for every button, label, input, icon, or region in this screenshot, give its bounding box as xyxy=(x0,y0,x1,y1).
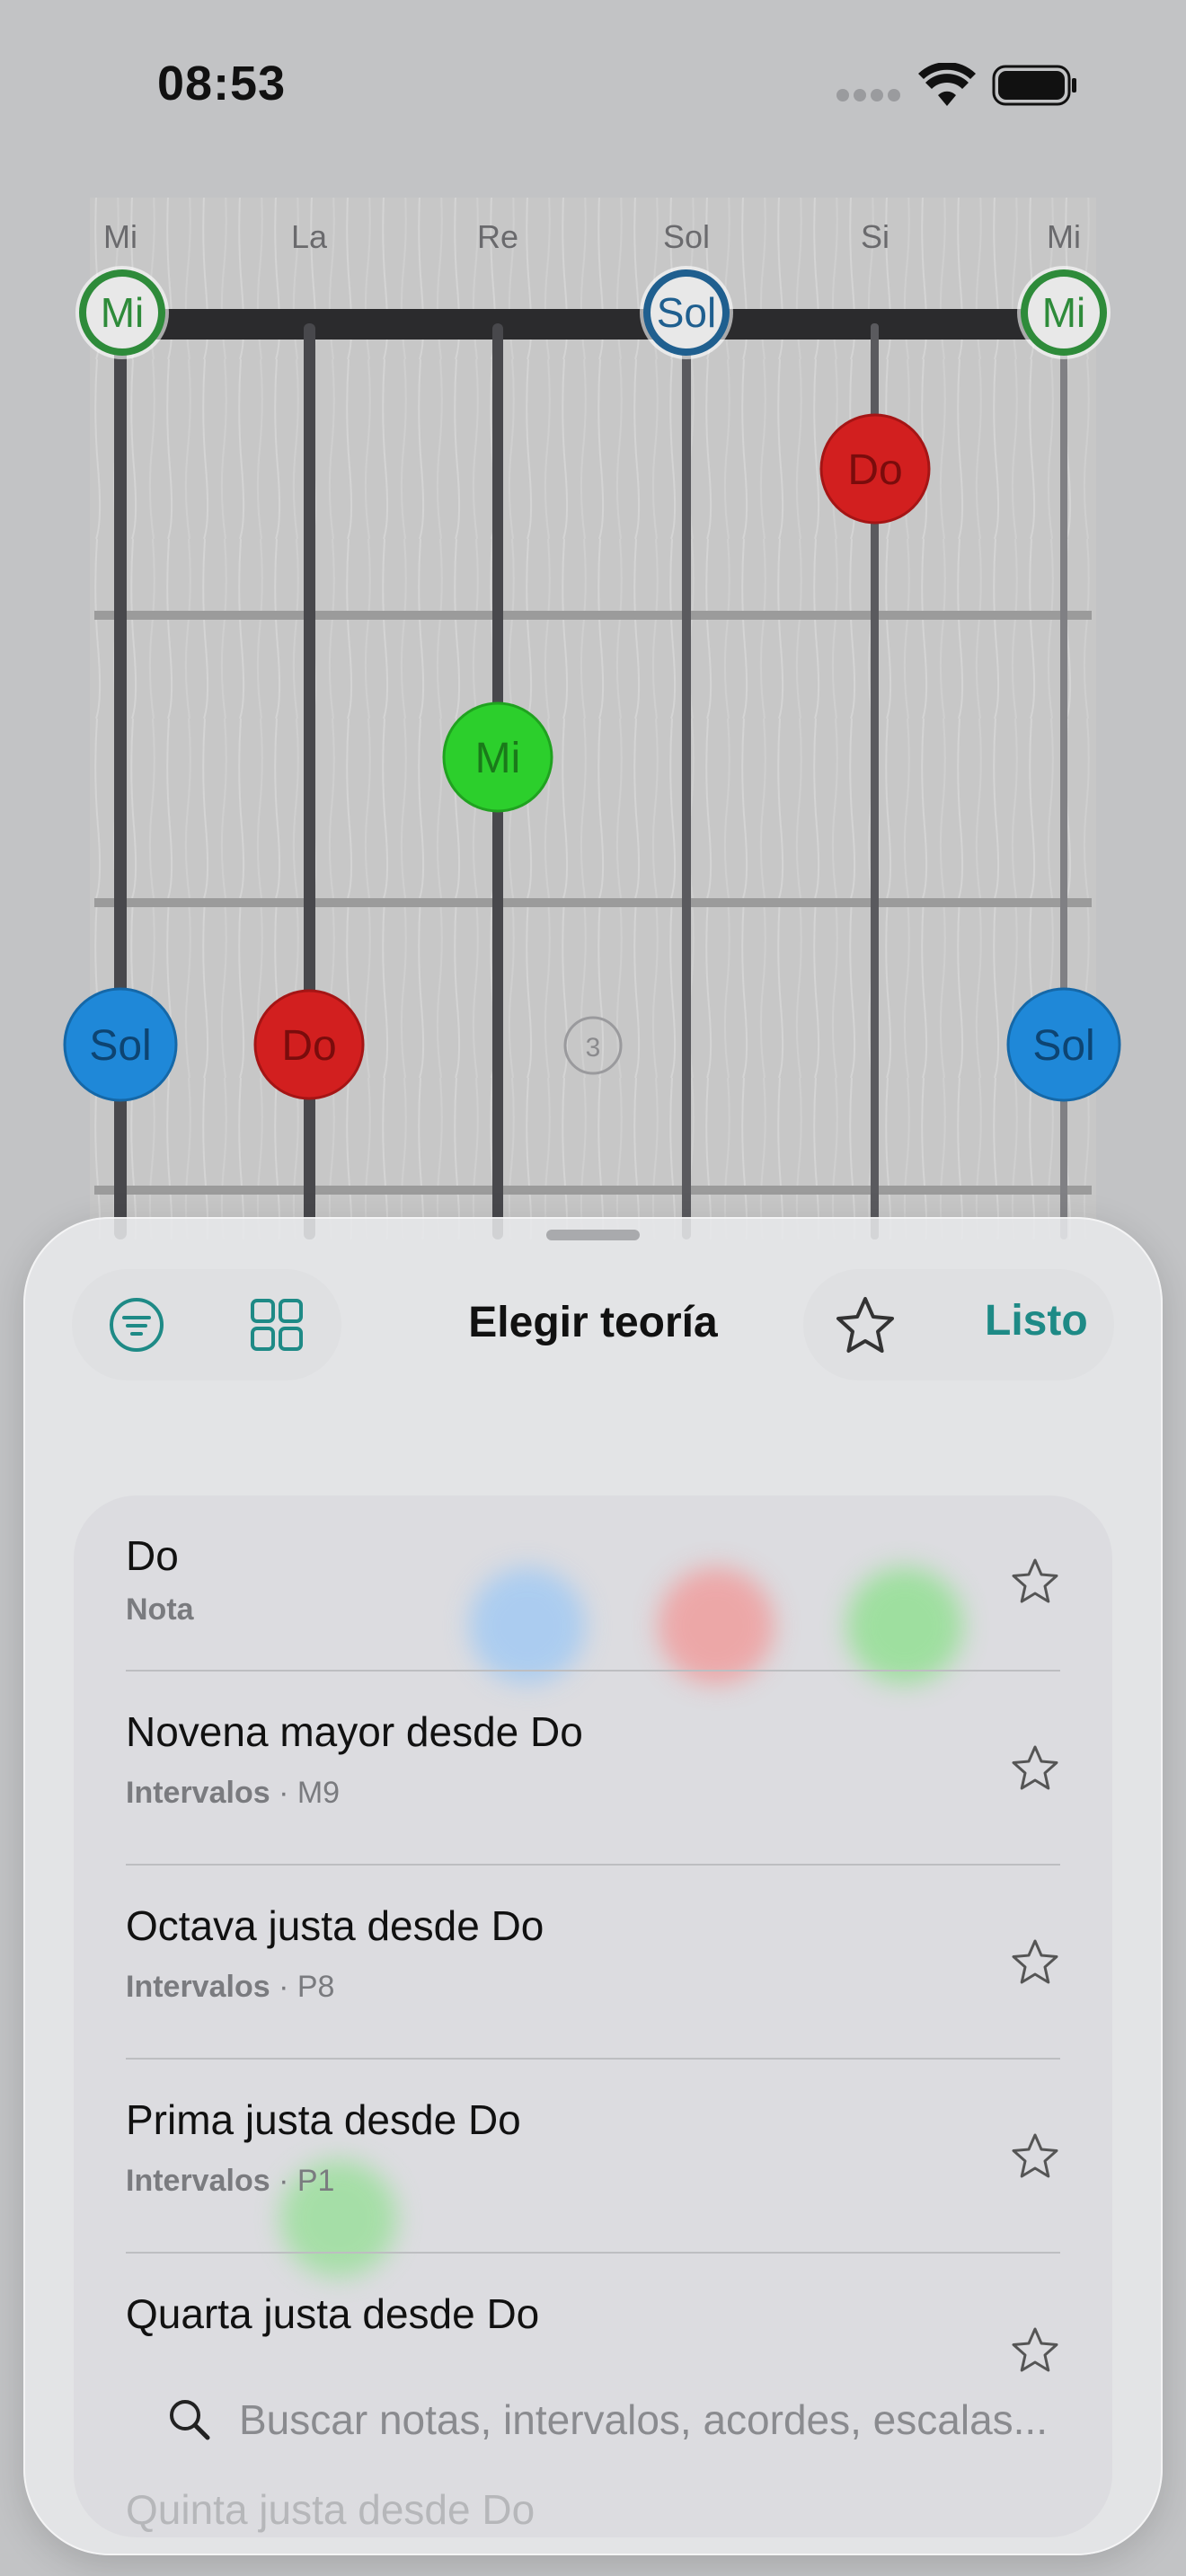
note-marker-label: Sol xyxy=(89,1022,151,1070)
item-detail: P8 xyxy=(296,1970,335,2004)
search-icon xyxy=(170,2400,210,2440)
sheet-grabber[interactable] xyxy=(546,1230,640,1240)
list-divider xyxy=(126,1670,1060,1672)
favorite-star-icon[interactable] xyxy=(1010,2131,1060,2182)
list-item-faded[interactable]: Quinta justa desde Do xyxy=(126,2485,535,2534)
note-marker[interactable]: Mi xyxy=(442,701,553,813)
string-label-5: Si xyxy=(861,218,890,255)
fret-number: 3 xyxy=(586,1033,601,1063)
string-label-6: Mi xyxy=(1047,218,1081,255)
list-divider xyxy=(126,1864,1060,1866)
string-label-3: Re xyxy=(477,218,518,255)
note-marker-label: Do xyxy=(281,1022,336,1070)
open-note-label: Sol xyxy=(657,289,716,336)
status-bar: 08:53 xyxy=(0,0,1186,180)
search-field[interactable]: Buscar notas, intervalos, acordes, escal… xyxy=(131,2376,1102,2462)
open-note-marker[interactable]: Sol xyxy=(640,266,733,359)
theory-picker-sheet: Elegir teoría Listo Do Nota Novena mayor… xyxy=(23,1217,1163,2555)
item-category: Intervalos xyxy=(126,1970,270,2004)
item-title: Do xyxy=(126,1532,179,1579)
battery-icon xyxy=(992,65,1076,106)
item-title: Octava justa desde Do xyxy=(126,1902,544,1949)
item-category: Intervalos xyxy=(126,2164,270,2198)
list-item[interactable]: Octava justa desde Do Intervalos · P8 xyxy=(126,1901,1060,2054)
open-note-marker[interactable]: Mi xyxy=(75,266,169,359)
status-time: 08:53 xyxy=(157,57,287,110)
list-item[interactable]: Do Nota xyxy=(126,1531,1060,1657)
fretboard[interactable]: Mi La Re Sol Si Mi Mi Sol Mi Do Mi Sol D… xyxy=(0,180,1186,1239)
open-note-label: Mi xyxy=(101,289,145,336)
item-detail: P1 xyxy=(296,2164,335,2198)
item-title: Prima justa desde Do xyxy=(126,2096,521,2143)
done-button[interactable]: Listo xyxy=(985,1296,1088,1345)
note-marker-label: Sol xyxy=(1032,1022,1094,1070)
note-marker[interactable]: Do xyxy=(819,413,931,525)
open-note-label: Mi xyxy=(1042,289,1086,336)
list-item[interactable]: Novena mayor desde Do Intervalos · M9 xyxy=(126,1707,1060,1860)
note-marker[interactable]: Sol xyxy=(63,987,178,1102)
note-marker[interactable]: Sol xyxy=(1006,987,1121,1102)
string-label-4: Sol xyxy=(663,218,710,255)
list-divider xyxy=(126,2252,1060,2254)
item-title: Quarta justa desde Do xyxy=(126,2290,540,2337)
item-category: Intervalos xyxy=(126,1776,270,1810)
item-title: Novena mayor desde Do xyxy=(126,1708,583,1755)
string-label-1: Mi xyxy=(103,218,137,255)
star-icon[interactable] xyxy=(834,1294,897,1357)
item-detail: M9 xyxy=(296,1776,341,1810)
search-placeholder: Buscar notas, intervalos, acordes, escal… xyxy=(239,2396,1048,2443)
open-note-marker[interactable]: Mi xyxy=(1017,266,1111,359)
string-label-2: La xyxy=(291,218,328,255)
cellular-signal-icon xyxy=(836,89,900,101)
favorite-star-icon[interactable] xyxy=(1010,1557,1060,1607)
favorite-star-icon[interactable] xyxy=(1010,2325,1060,2376)
nut xyxy=(121,309,1065,340)
favorite-star-icon[interactable] xyxy=(1010,1743,1060,1794)
favorite-star-icon[interactable] xyxy=(1010,1937,1060,1988)
item-category: Nota xyxy=(126,1592,194,1627)
wifi-icon xyxy=(918,63,976,106)
note-marker-label: Do xyxy=(847,446,902,494)
list-item[interactable]: Prima justa desde Do Intervalos · P1 xyxy=(126,2095,1060,2248)
note-marker-label: Mi xyxy=(475,735,521,782)
note-marker[interactable]: Do xyxy=(253,989,365,1100)
list-divider xyxy=(126,2058,1060,2060)
